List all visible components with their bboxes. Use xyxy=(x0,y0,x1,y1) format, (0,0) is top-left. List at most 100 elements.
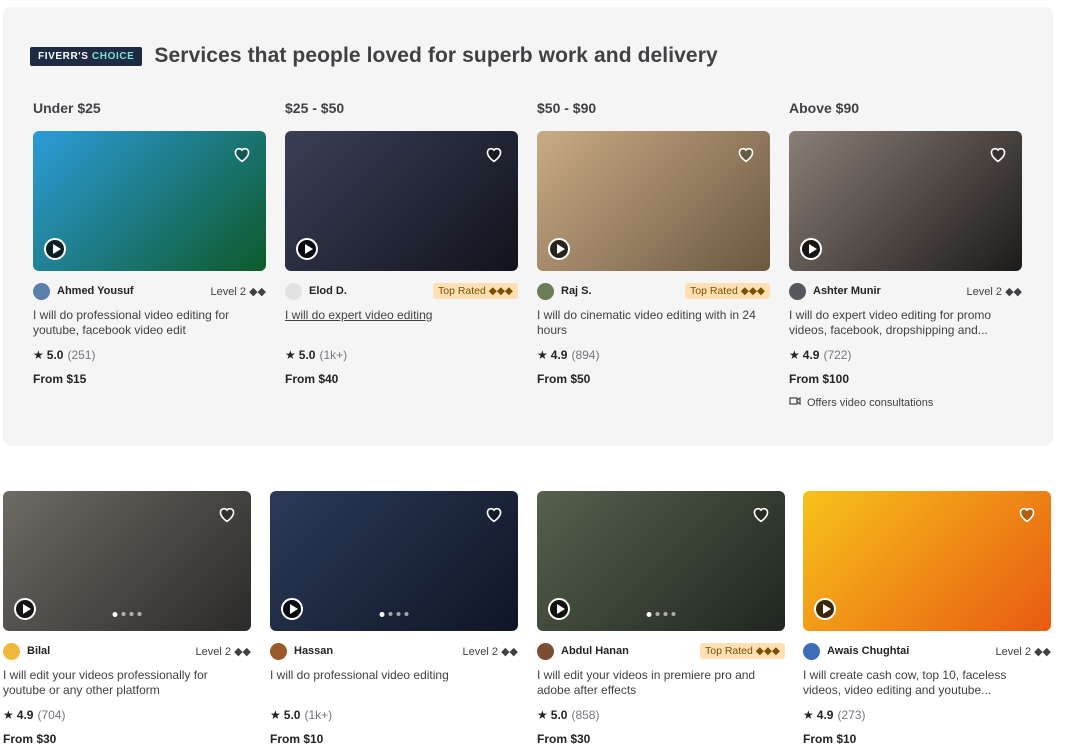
heart-icon[interactable] xyxy=(988,145,1008,163)
avatar[interactable] xyxy=(33,282,50,300)
video-consultation-note: Offers video consultations xyxy=(789,396,933,409)
gig-thumbnail[interactable] xyxy=(270,491,518,631)
seller-name[interactable]: Ahmed Yousuf xyxy=(57,285,134,297)
video-camera-icon xyxy=(789,396,807,409)
star-icon: ★ xyxy=(803,708,814,722)
carousel-dots[interactable] xyxy=(646,612,676,617)
thumbnail-image xyxy=(803,491,1051,631)
price-range-label: $25 - $50 xyxy=(285,100,345,116)
gig-title-link[interactable]: I will do professional video editing xyxy=(270,668,513,698)
rating: ★ 5.0 (251) xyxy=(33,348,95,362)
review-count: (1k+) xyxy=(319,348,348,362)
star-icon: ★ xyxy=(537,348,548,362)
gig-thumbnail[interactable] xyxy=(789,131,1022,271)
gig-thumbnail[interactable] xyxy=(803,491,1051,631)
review-count: (858) xyxy=(571,708,600,722)
seller-row: Hassan Level 2 ◆◆ xyxy=(270,642,518,660)
carousel-dots[interactable] xyxy=(379,612,409,617)
rating: ★ 4.9 (894) xyxy=(537,348,599,362)
heart-icon[interactable] xyxy=(751,505,771,523)
gig-title-link[interactable]: I will edit your videos professionally f… xyxy=(3,668,246,698)
play-icon[interactable] xyxy=(44,238,66,260)
rating-score: 5.0 xyxy=(46,348,64,362)
avatar[interactable] xyxy=(285,282,302,300)
star-icon: ★ xyxy=(3,708,14,722)
gig-card[interactable]: Ahmed Yousuf Level 2 ◆◆ I will do profes… xyxy=(33,131,266,386)
star-icon: ★ xyxy=(33,348,44,362)
play-icon[interactable] xyxy=(548,238,570,260)
star-icon: ★ xyxy=(537,708,548,722)
gig-title-link[interactable]: I will create cash cow, top 10, faceless… xyxy=(803,668,1046,698)
avatar[interactable] xyxy=(803,642,820,660)
fiverrs-choice-badge: FIVERR'S CHOICE xyxy=(30,46,143,66)
seller-row: Raj S. Top Rated ◆◆◆ xyxy=(537,282,770,300)
carousel-dots[interactable] xyxy=(112,612,142,617)
review-count: (251) xyxy=(67,348,96,362)
choice-title: Services that people loved for superb wo… xyxy=(154,44,718,67)
heart-icon[interactable] xyxy=(736,145,756,163)
seller-row: Elod D. Top Rated ◆◆◆ xyxy=(285,282,518,300)
rating-score: 4.9 xyxy=(816,708,834,722)
gig-card[interactable]: Raj S. Top Rated ◆◆◆ I will do cinematic… xyxy=(537,131,770,386)
heart-icon[interactable] xyxy=(232,145,252,163)
star-icon: ★ xyxy=(789,348,800,362)
gig-thumbnail[interactable] xyxy=(33,131,266,271)
rating-score: 5.0 xyxy=(298,348,316,362)
seller-name[interactable]: Ashter Munir xyxy=(813,285,881,297)
heart-icon[interactable] xyxy=(217,505,237,523)
avatar[interactable] xyxy=(789,282,806,300)
seller-name[interactable]: Abdul Hanan xyxy=(561,645,629,657)
star-icon: ★ xyxy=(270,708,281,722)
rating: ★ 4.9 (704) xyxy=(3,708,65,722)
play-icon[interactable] xyxy=(814,598,836,620)
avatar[interactable] xyxy=(3,642,20,660)
heart-icon[interactable] xyxy=(1017,505,1037,523)
rating: ★ 4.9 (722) xyxy=(789,348,851,362)
gig-thumbnail[interactable] xyxy=(537,491,785,631)
gig-title-link[interactable]: I will do expert video editing xyxy=(285,308,513,338)
gig-thumbnail[interactable] xyxy=(3,491,251,631)
gig-thumbnail[interactable] xyxy=(285,131,518,271)
gig-title-link[interactable]: I will edit your videos in premiere pro … xyxy=(537,668,780,698)
rating-score: 4.9 xyxy=(16,708,34,722)
gig-card[interactable]: Ashter Munir Level 2 ◆◆ I will do expert… xyxy=(789,131,1022,409)
play-icon[interactable] xyxy=(281,598,303,620)
gig-price: From $30 xyxy=(3,732,57,744)
seller-level-badge: Level 2 ◆◆ xyxy=(210,285,266,298)
seller-row: Abdul Hanan Top Rated ◆◆◆ xyxy=(537,642,785,660)
play-icon[interactable] xyxy=(296,238,318,260)
rating-score: 5.0 xyxy=(550,708,568,722)
rating: ★ 5.0 (858) xyxy=(537,708,599,722)
price-range-label: Under $25 xyxy=(33,100,101,116)
gig-title-link[interactable]: I will do professional video editing for… xyxy=(33,308,261,338)
gig-card[interactable]: Elod D. Top Rated ◆◆◆ I will do expert v… xyxy=(285,131,518,386)
gig-card[interactable]: Abdul Hanan Top Rated ◆◆◆ I will edit yo… xyxy=(537,491,785,744)
gig-title-link[interactable]: I will do expert video editing for promo… xyxy=(789,308,1017,338)
gig-card[interactable]: Bilal Level 2 ◆◆ I will edit your videos… xyxy=(3,491,251,744)
seller-name[interactable]: Awais Chughtai xyxy=(827,645,909,657)
gig-price: From $30 xyxy=(537,732,591,744)
review-count: (273) xyxy=(837,708,866,722)
seller-name[interactable]: Bilal xyxy=(27,645,50,657)
seller-name[interactable]: Hassan xyxy=(294,645,333,657)
gig-card[interactable]: Hassan Level 2 ◆◆ I will do professional… xyxy=(270,491,518,744)
avatar[interactable] xyxy=(270,642,287,660)
review-count: (722) xyxy=(823,348,852,362)
heart-icon[interactable] xyxy=(484,505,504,523)
choice-header: FIVERR'S CHOICE Services that people lov… xyxy=(30,44,718,68)
heart-icon[interactable] xyxy=(484,145,504,163)
seller-level-badge: Level 2 ◆◆ xyxy=(195,645,251,658)
seller-name[interactable]: Elod D. xyxy=(309,285,347,297)
avatar[interactable] xyxy=(537,642,554,660)
thumbnail-image xyxy=(270,491,518,631)
gig-card[interactable]: Awais Chughtai Level 2 ◆◆ I will create … xyxy=(803,491,1051,744)
review-count: (894) xyxy=(571,348,600,362)
seller-name[interactable]: Raj S. xyxy=(561,285,592,297)
gig-thumbnail[interactable] xyxy=(537,131,770,271)
play-icon[interactable] xyxy=(800,238,822,260)
avatar[interactable] xyxy=(537,282,554,300)
gig-title-link[interactable]: I will do cinematic video editing with i… xyxy=(537,308,765,338)
play-icon[interactable] xyxy=(548,598,570,620)
play-icon[interactable] xyxy=(14,598,36,620)
rating: ★ 4.9 (273) xyxy=(803,708,865,722)
